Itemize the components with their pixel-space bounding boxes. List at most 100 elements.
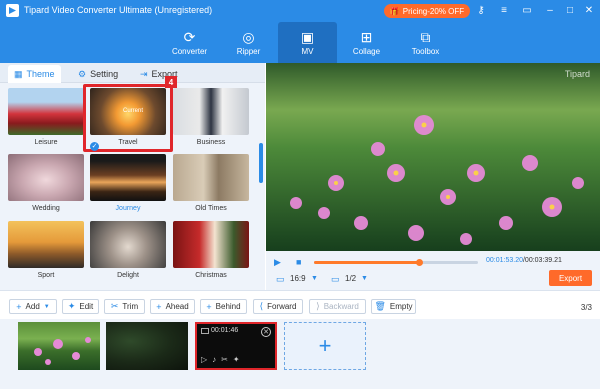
minimize-icon[interactable]: –: [543, 4, 557, 18]
tab-setting[interactable]: ⚙ Setting: [72, 65, 124, 83]
gear-icon: ⚙: [78, 68, 87, 79]
backward-label: Backward: [323, 302, 359, 311]
empty-button[interactable]: 🗑 Empty: [371, 299, 416, 314]
theme-label: Leisure: [34, 139, 58, 146]
timeline-clip[interactable]: [18, 322, 100, 370]
total-time: /00:03:39.21: [522, 257, 562, 264]
nav-label: Ripper: [236, 47, 261, 56]
aspect-ratio-icon[interactable]: ▭: [276, 274, 285, 284]
nav-collage[interactable]: ⊞ Collage: [337, 22, 396, 63]
stop-icon[interactable]: ■: [296, 257, 301, 267]
ahead-button[interactable]: + Ahead: [150, 299, 195, 314]
progress-bar[interactable]: [314, 259, 478, 266]
tab-theme[interactable]: ▦ Theme: [8, 65, 61, 83]
theme-wedding[interactable]: Wedding: [8, 154, 84, 212]
nav-ripper[interactable]: ◎ Ripper: [219, 22, 278, 63]
forward-button[interactable]: ⟨ Forward: [253, 299, 303, 314]
chevron-right-icon: ⟩: [316, 301, 320, 311]
progress-knob[interactable]: [415, 259, 423, 266]
menu-icon[interactable]: ≡: [497, 4, 511, 18]
close-icon[interactable]: ✕: [582, 4, 596, 18]
nav-label: Converter: [171, 47, 208, 56]
timeline-clip[interactable]: [106, 322, 188, 370]
current-time: 00:01:53.20: [486, 257, 523, 264]
aspect-ratio-select[interactable]: 16:9: [290, 274, 306, 283]
add-clip-button[interactable]: +: [284, 322, 366, 370]
theme-leisure[interactable]: Leisure: [8, 88, 84, 146]
collage-icon: ⊞: [360, 29, 373, 45]
theme-old-times[interactable]: Old Times: [173, 154, 249, 212]
edit-button[interactable]: ✦ Edit: [62, 299, 99, 314]
nav-converter[interactable]: ⟳ Converter: [160, 22, 219, 63]
title-row: Tipard Video Converter Ultimate (Unregis…: [0, 0, 600, 22]
theme-business[interactable]: Business: [173, 88, 249, 146]
theme-christmas[interactable]: Christmas: [173, 221, 249, 279]
theme-thumbnail: [8, 154, 84, 201]
theme-scrollbar[interactable]: [259, 143, 263, 183]
theme-label: Delight: [117, 272, 139, 279]
theme-journey[interactable]: Journey: [90, 154, 166, 212]
converter-icon: ⟳: [183, 29, 196, 45]
play-icon[interactable]: ▶: [274, 257, 281, 267]
nav-toolbox[interactable]: ⧉ Toolbox: [396, 22, 455, 63]
plus-icon: +: [206, 301, 212, 312]
promo-label: Pricing-20% OFF: [402, 6, 465, 16]
behind-label: Behind: [215, 302, 241, 311]
page-select[interactable]: 1/2: [345, 274, 356, 283]
effects-icon[interactable]: ✦: [233, 355, 240, 364]
chevron-down-icon[interactable]: ▼: [361, 274, 368, 284]
monitor-icon[interactable]: ▭: [331, 274, 340, 284]
theme-thumbnail: [90, 221, 166, 268]
preview-image: [266, 63, 600, 251]
timeline-clip-selected[interactable]: 00:01:46 ✕ ▷ ♪ ✂ ✦: [195, 322, 277, 370]
app-logo-icon: [6, 4, 19, 17]
clip-toolbar: + Add ▼ ✦ Edit ✂ Trim + Ahead + Behind ⟨…: [0, 290, 600, 319]
behind-button[interactable]: + Behind: [200, 299, 247, 314]
feedback-icon[interactable]: ▭: [520, 4, 534, 18]
theme-thumbnail: [173, 154, 249, 201]
pricing-promo-button[interactable]: 🎁 Pricing-20% OFF: [384, 4, 470, 18]
tab-label: Theme: [26, 69, 55, 79]
video-preview: Tipard: [266, 63, 600, 251]
plus-icon: +: [156, 301, 162, 312]
theme-delight[interactable]: Delight: [90, 221, 166, 279]
trim-button[interactable]: ✂ Trim: [104, 299, 145, 314]
tab-label: Setting: [90, 69, 119, 79]
step-callout-badge: 4: [165, 76, 177, 88]
theme-label: Journey: [115, 205, 141, 212]
checkmark-icon: ✓: [90, 142, 99, 151]
add-button[interactable]: + Add ▼: [9, 299, 57, 314]
empty-label: Empty: [389, 302, 413, 311]
theme-sport[interactable]: Sport: [8, 221, 84, 279]
clip-thumbnail: [34, 337, 91, 365]
time-readout: 00:01:53.20/00:03:39.21: [486, 257, 562, 264]
forward-label: Forward: [267, 302, 297, 311]
title-bar: Tipard Video Converter Ultimate (Unregis…: [0, 0, 600, 63]
trim-label: Trim: [122, 302, 139, 311]
close-icon[interactable]: ✕: [261, 327, 271, 337]
nav-label: Collage: [352, 47, 381, 56]
magic-wand-icon: ✦: [67, 301, 76, 311]
export-button[interactable]: Export: [549, 270, 592, 286]
toolbox-icon: ⧉: [420, 29, 431, 45]
theme-label: Christmas: [195, 272, 227, 279]
volume-icon[interactable]: ♪: [212, 355, 216, 364]
chevron-down-icon[interactable]: ▼: [311, 274, 318, 284]
scissors-icon[interactable]: ✂: [221, 355, 228, 364]
ripper-icon: ◎: [242, 29, 255, 45]
clip-tools: ▷ ♪ ✂ ✦: [201, 355, 240, 364]
nav-label: Toolbox: [411, 47, 440, 56]
main-nav: ⟳ Converter ◎ Ripper ▣ MV ⊞ Collage ⧉ To…: [160, 22, 455, 63]
maximize-icon[interactable]: □: [563, 4, 577, 18]
clip-count: 3/3: [580, 303, 592, 312]
key-icon[interactable]: ⚷: [474, 4, 488, 18]
theme-label: Old Times: [195, 205, 227, 212]
nav-mv[interactable]: ▣ MV: [278, 22, 337, 63]
progress-fill: [314, 261, 419, 264]
gift-icon: 🎁: [389, 6, 400, 16]
backward-button[interactable]: ⟩ Backward: [309, 299, 366, 314]
play-icon[interactable]: ▷: [201, 355, 207, 364]
theme-label: Business: [196, 139, 226, 146]
theme-label: Sport: [37, 272, 55, 279]
watermark: Tipard: [564, 69, 590, 79]
